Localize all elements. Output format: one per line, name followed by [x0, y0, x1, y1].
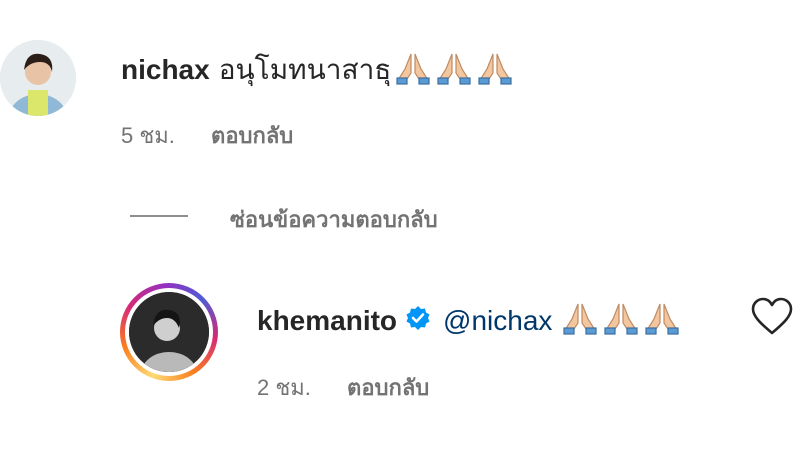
avatar-khemanito[interactable]	[120, 283, 218, 381]
avatar-khemanito-image	[129, 292, 209, 372]
like-heart-icon[interactable]	[750, 297, 794, 342]
praying-hands-emoji	[562, 301, 680, 340]
praying-hands-emoji	[395, 51, 513, 90]
avatar-nichax-image	[0, 40, 76, 116]
reply-button[interactable]: ตอบกลับ	[211, 123, 293, 148]
reply-button[interactable]: ตอบกลับ	[347, 375, 429, 400]
comment-meta-khemanito: 2 ชม. ตอบกลับ	[257, 370, 429, 405]
hide-replies-divider	[130, 215, 188, 217]
comment-khemanito: khemanito @nichax	[257, 301, 680, 340]
comment-nichax: nichax อนุโมทนาสาธุ	[121, 48, 513, 92]
verified-badge-icon	[405, 305, 431, 336]
comment-time: 5 ชม.	[121, 123, 175, 148]
comment-text: อนุโมทนาสาธุ	[218, 54, 392, 85]
avatar-nichax[interactable]	[0, 40, 76, 116]
hide-replies-button[interactable]: ซ่อนข้อความตอบกลับ	[230, 202, 438, 237]
comment-username[interactable]: khemanito	[257, 305, 397, 337]
comment-username[interactable]: nichax	[121, 54, 210, 86]
mention-link[interactable]: @nichax	[443, 305, 552, 337]
comment-time: 2 ชม.	[257, 375, 311, 400]
comment-meta-nichax: 5 ชม. ตอบกลับ	[121, 118, 293, 153]
